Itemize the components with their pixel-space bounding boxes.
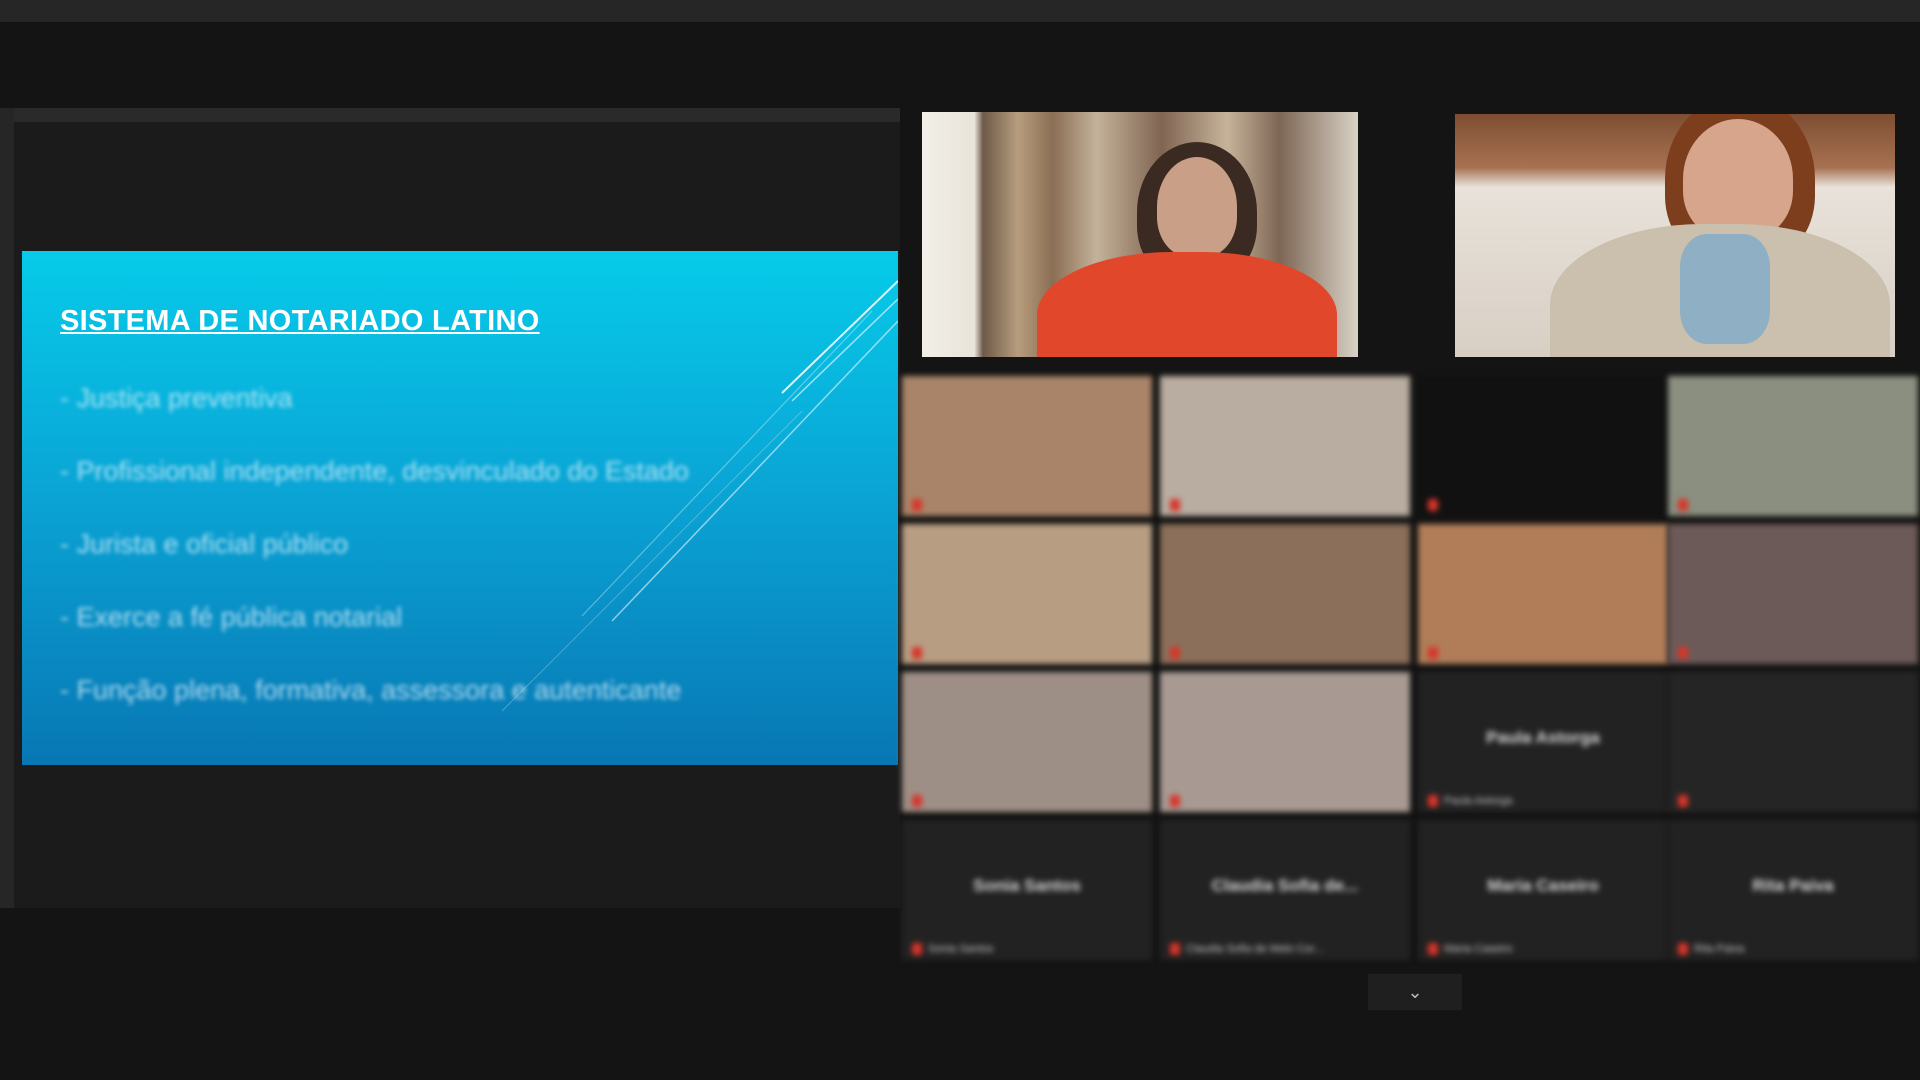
tile-video [1160,376,1410,516]
participant-label: Maria Caseiro [1428,942,1512,956]
participant-label [912,646,928,660]
speaker-video-2[interactable] [1455,114,1895,357]
participant-tile[interactable] [1668,376,1918,516]
mic-muted-icon [912,795,922,807]
mic-muted-icon [912,943,922,955]
mic-muted-icon [912,647,922,659]
participant-label [1170,794,1186,808]
participant-label [912,498,928,512]
mic-muted-icon [1428,795,1438,807]
participant-label [912,794,928,808]
participant-tile[interactable] [1160,672,1410,812]
participant-tile[interactable] [1668,672,1918,812]
slide-bullet: - Função plena, formativa, assessora e a… [60,675,682,705]
tile-video [902,672,1152,812]
tile-video [902,376,1152,516]
mic-muted-icon [1678,647,1688,659]
tile-video [1668,524,1918,664]
participant-tile[interactable] [902,672,1152,812]
participant-label: Rita Paiva [1678,942,1744,956]
participant-tile[interactable] [902,524,1152,664]
tile-video [1668,376,1918,516]
scroll-down-button[interactable]: ⌄ [1368,974,1462,1010]
participant-label [1428,498,1444,512]
participant-label [1170,646,1186,660]
mic-muted-icon [1170,647,1180,659]
participant-tile[interactable] [1418,524,1668,664]
participant-name-center: Rita Paiva [1752,876,1834,895]
participant-avatar [1683,119,1793,239]
participant-tile[interactable] [1160,376,1410,516]
slide-bullet: - Justiça preventiva [60,383,293,413]
mic-muted-icon [1170,943,1180,955]
window-top-bar [0,0,1920,22]
participant-label: Sonia Santos [912,942,993,956]
participant-tile[interactable]: Maria Caseiro Maria Caseiro [1418,820,1668,960]
participant-name: Claudia Sofia de Melo Cor... [1186,943,1323,955]
participant-avatar [1037,252,1337,357]
mic-muted-icon [1678,795,1688,807]
participant-label [1428,646,1444,660]
speaker-video-1[interactable] [922,112,1358,357]
participant-name: Rita Paiva [1694,943,1745,955]
participant-name-center: Claudia Sofia de... [1211,876,1359,895]
participant-avatar [1680,234,1770,344]
slide-title: SISTEMA DE NOTARIADO LATINO [60,305,540,337]
slide-bullet: - Profissional independente, desvinculad… [60,456,689,486]
participant-tile[interactable] [1668,524,1918,664]
participant-name-center: Maria Caseiro [1487,876,1599,895]
participant-label: Paula Astorga [1428,794,1513,808]
tile-video [902,524,1152,664]
participant-label [1678,646,1694,660]
mic-muted-icon [1428,647,1438,659]
slide-bullet: - Exerce a fé pública notarial [60,602,403,632]
shared-screen-left-edge [0,108,14,908]
participant-name-center: Paula Astorga [1486,728,1600,747]
participant-tile[interactable] [902,376,1152,516]
tile-video [1668,672,1918,812]
tile-video [1160,524,1410,664]
mic-muted-icon [1428,943,1438,955]
participant-label [1678,498,1694,512]
mic-muted-icon [1170,795,1180,807]
participant-name-center: Sonia Santos [973,876,1081,895]
slide-bullet-list: - Justiça preventiva - Profissional inde… [60,383,689,748]
mic-muted-icon [1678,943,1688,955]
mic-muted-icon [1678,499,1688,511]
participant-tile[interactable]: Paula Astorga Paula Astorga [1418,672,1668,812]
participant-tile[interactable] [1418,376,1668,516]
mic-muted-icon [1170,499,1180,511]
participant-label [1678,794,1694,808]
participant-tile[interactable]: Claudia Sofia de... Claudia Sofia de Mel… [1160,820,1410,960]
tile-video [1418,376,1668,516]
tile-video [1418,524,1668,664]
participant-name: Paula Astorga [1444,795,1513,807]
tile-video [1160,672,1410,812]
participant-tile[interactable] [1160,524,1410,664]
participant-name: Sonia Santos [928,943,994,955]
mic-muted-icon [912,499,922,511]
participant-label: Claudia Sofia de Melo Cor... [1170,942,1323,956]
slide-bullet: - Jurista e oficial público [60,529,349,559]
participant-tile[interactable]: Rita Paiva Rita Paiva [1668,820,1918,960]
presentation-slide: SISTEMA DE NOTARIADO LATINO - Justiça pr… [22,251,898,765]
participant-tile[interactable]: Sonia Santos Sonia Santos [902,820,1152,960]
mic-muted-icon [1428,499,1438,511]
chevron-down-icon: ⌄ [1407,981,1423,1002]
shared-screen-top-edge [0,108,900,122]
participant-avatar [1157,157,1237,257]
participant-name: Maria Caseiro [1444,943,1513,955]
participant-label [1170,498,1186,512]
